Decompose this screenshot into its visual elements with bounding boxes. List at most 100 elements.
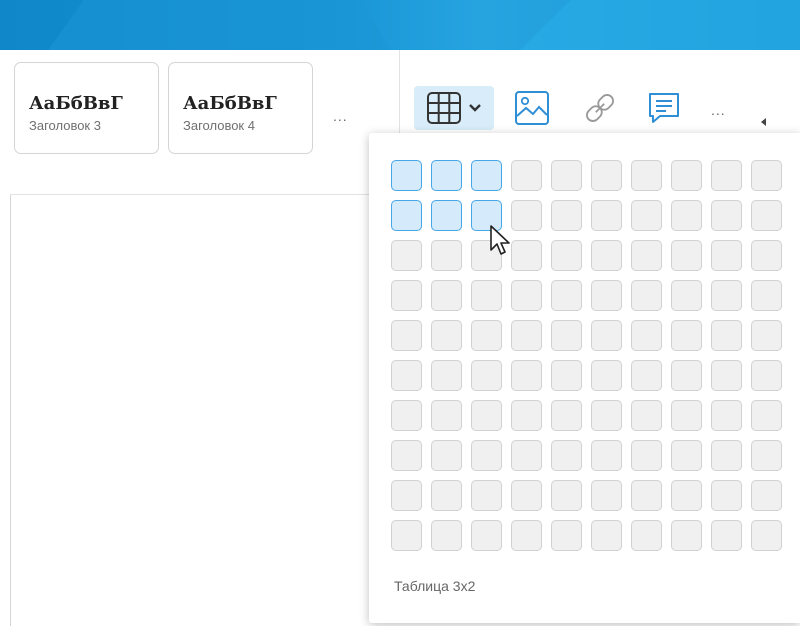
table-grid-cell[interactable]	[591, 280, 622, 311]
table-grid-cell[interactable]	[471, 280, 502, 311]
table-grid-cell[interactable]	[711, 280, 742, 311]
table-grid-cell[interactable]	[591, 480, 622, 511]
table-grid-cell[interactable]	[751, 480, 782, 511]
table-grid-cell[interactable]	[511, 400, 542, 431]
table-grid-cell[interactable]	[591, 240, 622, 271]
table-grid-cell[interactable]	[711, 480, 742, 511]
table-grid-cell[interactable]	[551, 320, 582, 351]
table-grid-cell[interactable]	[751, 240, 782, 271]
table-grid-cell[interactable]	[551, 240, 582, 271]
table-grid-cell[interactable]	[431, 280, 462, 311]
insert-image-button[interactable]	[508, 86, 556, 130]
table-grid-cell[interactable]	[391, 200, 422, 231]
table-grid-cell[interactable]	[551, 200, 582, 231]
table-grid-cell[interactable]	[751, 200, 782, 231]
table-grid-cell[interactable]	[631, 320, 662, 351]
table-grid-cell[interactable]	[431, 360, 462, 391]
table-grid-cell[interactable]	[751, 440, 782, 471]
scroll-left-arrow[interactable]	[761, 118, 766, 126]
table-grid-cell[interactable]	[431, 520, 462, 551]
table-grid-cell[interactable]	[671, 440, 702, 471]
table-grid-cell[interactable]	[671, 160, 702, 191]
table-grid-cell[interactable]	[391, 240, 422, 271]
table-grid-cell[interactable]	[551, 360, 582, 391]
table-grid-cell[interactable]	[711, 360, 742, 391]
table-grid-cell[interactable]	[551, 280, 582, 311]
table-grid-cell[interactable]	[711, 160, 742, 191]
table-grid-cell[interactable]	[511, 240, 542, 271]
table-grid-cell[interactable]	[671, 360, 702, 391]
table-grid-cell[interactable]	[631, 160, 662, 191]
table-grid-cell[interactable]	[671, 320, 702, 351]
table-grid-cell[interactable]	[751, 360, 782, 391]
table-grid-cell[interactable]	[591, 320, 622, 351]
table-grid-cell[interactable]	[511, 440, 542, 471]
table-grid-cell[interactable]	[391, 280, 422, 311]
table-grid-cell[interactable]	[671, 480, 702, 511]
table-grid-cell[interactable]	[591, 520, 622, 551]
table-grid-cell[interactable]	[391, 360, 422, 391]
table-grid-cell[interactable]	[751, 400, 782, 431]
table-grid-cell[interactable]	[431, 480, 462, 511]
table-grid-cell[interactable]	[591, 440, 622, 471]
table-grid-cell[interactable]	[711, 520, 742, 551]
more-tools-button[interactable]: ...	[711, 102, 726, 118]
table-grid-cell[interactable]	[551, 160, 582, 191]
table-grid-cell[interactable]	[391, 320, 422, 351]
table-grid-cell[interactable]	[591, 360, 622, 391]
table-grid-cell[interactable]	[631, 280, 662, 311]
table-grid-cell[interactable]	[591, 400, 622, 431]
table-grid-cell[interactable]	[511, 360, 542, 391]
table-grid-cell[interactable]	[711, 440, 742, 471]
table-grid-cell[interactable]	[511, 480, 542, 511]
table-grid-cell[interactable]	[431, 320, 462, 351]
table-grid-cell[interactable]	[471, 400, 502, 431]
table-grid-cell[interactable]	[711, 400, 742, 431]
table-grid-cell[interactable]	[591, 160, 622, 191]
table-grid-cell[interactable]	[631, 360, 662, 391]
insert-link-button[interactable]	[576, 86, 624, 130]
table-grid-cell[interactable]	[711, 200, 742, 231]
table-grid-cell[interactable]	[471, 520, 502, 551]
table-grid-cell[interactable]	[471, 160, 502, 191]
insert-comment-button[interactable]	[640, 86, 688, 130]
table-grid-cell[interactable]	[551, 520, 582, 551]
table-grid-cell[interactable]	[631, 200, 662, 231]
table-grid-cell[interactable]	[751, 520, 782, 551]
insert-table-button[interactable]	[414, 86, 494, 130]
table-grid-cell[interactable]	[631, 520, 662, 551]
table-grid-cell[interactable]	[551, 440, 582, 471]
more-styles-button[interactable]: ...	[333, 108, 348, 124]
table-grid-cell[interactable]	[511, 520, 542, 551]
table-grid-cell[interactable]	[431, 440, 462, 471]
table-grid-cell[interactable]	[431, 200, 462, 231]
table-grid-cell[interactable]	[431, 240, 462, 271]
table-grid-cell[interactable]	[551, 400, 582, 431]
table-grid-cell[interactable]	[511, 160, 542, 191]
table-grid-cell[interactable]	[671, 400, 702, 431]
style-heading-3[interactable]: АаБбВвГ Заголовок 3	[14, 62, 159, 154]
table-grid-cell[interactable]	[711, 240, 742, 271]
table-grid-cell[interactable]	[391, 440, 422, 471]
table-grid-cell[interactable]	[391, 520, 422, 551]
table-grid-cell[interactable]	[511, 200, 542, 231]
table-grid-cell[interactable]	[671, 280, 702, 311]
table-grid-cell[interactable]	[671, 520, 702, 551]
table-grid-cell[interactable]	[431, 160, 462, 191]
table-grid-cell[interactable]	[391, 480, 422, 511]
table-grid-cell[interactable]	[631, 240, 662, 271]
table-grid-cell[interactable]	[751, 280, 782, 311]
table-grid-cell[interactable]	[631, 480, 662, 511]
table-grid-cell[interactable]	[591, 200, 622, 231]
table-grid-cell[interactable]	[471, 480, 502, 511]
table-grid-cell[interactable]	[631, 400, 662, 431]
table-grid-cell[interactable]	[391, 400, 422, 431]
table-grid-cell[interactable]	[671, 200, 702, 231]
table-grid-cell[interactable]	[751, 160, 782, 191]
table-grid-cell[interactable]	[471, 320, 502, 351]
table-grid-cell[interactable]	[671, 240, 702, 271]
table-grid-cell[interactable]	[631, 440, 662, 471]
table-grid-cell[interactable]	[431, 400, 462, 431]
table-grid-cell[interactable]	[471, 440, 502, 471]
table-grid-cell[interactable]	[551, 480, 582, 511]
